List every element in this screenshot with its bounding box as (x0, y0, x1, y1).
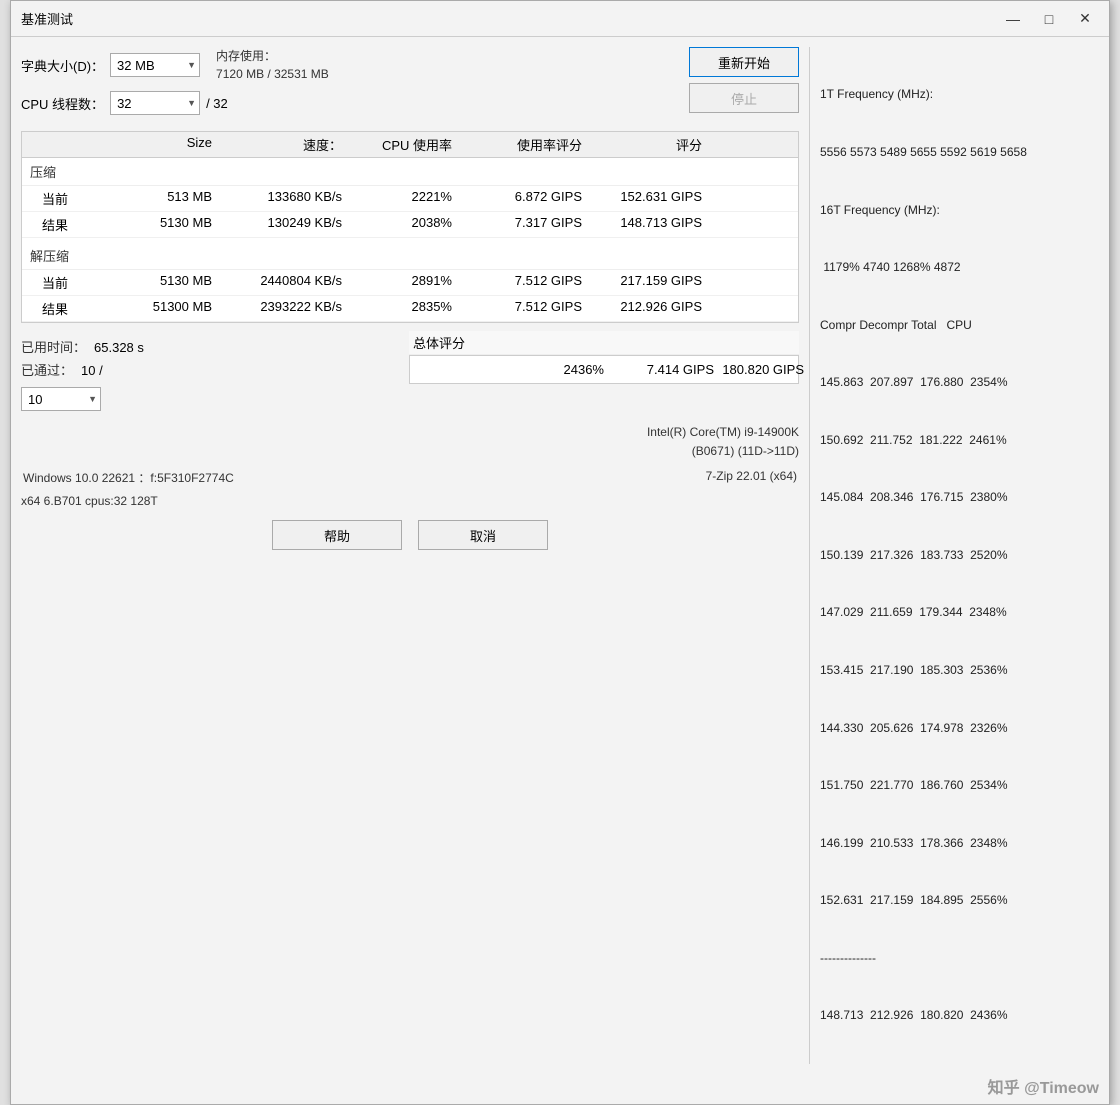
pass-select[interactable]: 10 5 1 (21, 387, 101, 411)
action-buttons: 重新开始 停止 (689, 47, 799, 113)
row-7: 151.750 221.770 186.760 2534% (820, 776, 1099, 795)
row-score: 212.926 GIPS (586, 299, 706, 318)
bottom-buttons: 帮助 取消 (21, 508, 799, 558)
row-size: 51300 MB (126, 299, 216, 318)
col-speed: 速度： (216, 135, 346, 154)
total-label: 总体评分 (409, 331, 799, 355)
row-score: 152.631 GIPS (586, 189, 706, 208)
window-title: 基准测试 (21, 9, 73, 28)
row-0: 145.863 207.897 176.880 2354% (820, 373, 1099, 392)
close-button[interactable]: ✕ (1071, 9, 1099, 29)
total-score: 180.820 GIPS (714, 362, 804, 377)
freq-16t-label: 16T Frequency (MHz): (820, 201, 1099, 220)
dict-size-select[interactable]: 32 MB 64 MB 128 MB (110, 53, 200, 77)
row-rating: 7.317 GIPS (456, 215, 586, 234)
row-1: 150.692 211.752 181.222 2461% (820, 431, 1099, 450)
row-label: 当前 (26, 273, 126, 292)
row-cpu: 2038% (346, 215, 456, 234)
freq-1t-values: 5556 5573 5489 5655 5592 5619 5658 (820, 143, 1099, 162)
decompress-title: 解压缩 (22, 242, 798, 270)
bottom-section: 已用时间： 65.328 s 已通过： 10 / 10 5 1 (21, 331, 799, 411)
col-header: Compr Decompr Total CPU (820, 316, 1099, 335)
row-cpu: 2835% (346, 299, 456, 318)
row-label: 结果 (26, 299, 126, 318)
row-6: 144.330 205.626 174.978 2326% (820, 719, 1099, 738)
elapsed-label: 已用时间： (21, 337, 86, 356)
row-speed: 133680 KB/s (216, 189, 346, 208)
watermark: 知乎 @Timeow (11, 1074, 1109, 1104)
total-rating: 7.414 GIPS (604, 362, 714, 377)
benchmark-table: Size 速度： CPU 使用率 使用率评分 评分 压缩 当前 513 MB 1… (21, 131, 799, 323)
titlebar-controls: — □ ✕ (999, 9, 1099, 29)
row-cpu: 2221% (346, 189, 456, 208)
row-2: 145.084 208.346 176.715 2380% (820, 488, 1099, 507)
footer-info: Windows 10.0 22621 ：f:5F310F2774C 7-Zip … (21, 469, 799, 486)
table-row: 当前 513 MB 133680 KB/s 2221% 6.872 GIPS 1… (22, 186, 798, 212)
arch-info: x64 6.B701 cpus:32 128T (21, 494, 158, 508)
zip-info: 7-Zip 22.01 (x64) (706, 469, 797, 486)
row-label: 当前 (26, 189, 126, 208)
elapsed-value: 65.328 s (94, 340, 144, 355)
table-row: 当前 5130 MB 2440804 KB/s 2891% 7.512 GIPS… (22, 270, 798, 296)
cancel-button[interactable]: 取消 (418, 520, 548, 550)
col-score: 评分 (586, 135, 706, 154)
table-row: 结果 5130 MB 130249 KB/s 2038% 7.317 GIPS … (22, 212, 798, 238)
row-score: 148.713 GIPS (586, 215, 706, 234)
row-rating: 7.512 GIPS (456, 273, 586, 292)
maximize-button[interactable]: □ (1035, 9, 1063, 29)
row-8: 146.199 210.533 178.366 2348% (820, 834, 1099, 853)
cpu-threads-max: / 32 (206, 96, 228, 111)
col-rating: 使用率评分 (456, 135, 586, 154)
help-button[interactable]: 帮助 (272, 520, 402, 550)
cpu-threads-select[interactable]: 32 16 8 (110, 91, 200, 115)
row-rating: 6.872 GIPS (456, 189, 586, 208)
row-rating: 7.512 GIPS (456, 299, 586, 318)
row-speed: 2440804 KB/s (216, 273, 346, 292)
freq-1t-label: 1T Frequency (MHz): (820, 85, 1099, 104)
stop-button[interactable]: 停止 (689, 83, 799, 113)
table-header: Size 速度： CPU 使用率 使用率评分 评分 (22, 132, 798, 158)
total-row-right: 148.713 212.926 180.820 2436% (820, 1006, 1099, 1025)
passed-value: 10 / (81, 363, 103, 378)
minimize-button[interactable]: — (999, 9, 1027, 29)
row-speed: 130249 KB/s (216, 215, 346, 234)
row-score: 217.159 GIPS (586, 273, 706, 292)
cpu-info: Intel(R) Core(TM) i9-14900K (B0671) (11D… (21, 423, 799, 461)
table-row: 结果 51300 MB 2393222 KB/s 2835% 7.512 GIP… (22, 296, 798, 322)
right-panel: 1T Frequency (MHz): 5556 5573 5489 5655 … (809, 47, 1099, 1064)
dict-size-label: 字典大小(D)： (21, 56, 104, 75)
left-panel: 字典大小(D)： 32 MB 64 MB 128 MB 内存使用： (21, 47, 799, 1064)
mem-info: 内存使用： 7120 MB / 32531 MB (216, 47, 329, 83)
restart-button[interactable]: 重新开始 (689, 47, 799, 77)
cpu-threads-label: CPU 线程数： (21, 94, 104, 113)
compress-title: 压缩 (22, 158, 798, 186)
divider: -------------- (820, 949, 1099, 968)
row-size: 5130 MB (126, 215, 216, 234)
total-row: 2436% 7.414 GIPS 180.820 GIPS (409, 355, 799, 384)
col-cpu: CPU 使用率 (346, 135, 456, 154)
row-cpu: 2891% (346, 273, 456, 292)
col-size: Size (126, 135, 216, 154)
freq-16t-values: 1179% 4740 1268% 4872 (820, 258, 1099, 277)
row-5: 153.415 217.190 185.303 2536% (820, 661, 1099, 680)
total-section: 总体评分 2436% 7.414 GIPS 180.820 GIPS (409, 331, 799, 411)
row-size: 513 MB (126, 189, 216, 208)
row-3: 150.139 217.326 183.733 2520% (820, 546, 1099, 565)
os-info: Windows 10.0 22621 ：f:5F310F2774C (23, 469, 234, 486)
footer-area: Intel(R) Core(TM) i9-14900K (B0671) (11D… (21, 423, 799, 508)
row-label: 结果 (26, 215, 126, 234)
bottom-left: 已用时间： 65.328 s 已通过： 10 / 10 5 1 (21, 331, 399, 411)
row-speed: 2393222 KB/s (216, 299, 346, 318)
passed-label: 已通过： (21, 360, 73, 379)
row-9: 152.631 217.159 184.895 2556% (820, 891, 1099, 910)
total-cpu: 2436% (494, 362, 604, 377)
row-size: 5130 MB (126, 273, 216, 292)
row-4: 147.029 211.659 179.344 2348% (820, 603, 1099, 622)
